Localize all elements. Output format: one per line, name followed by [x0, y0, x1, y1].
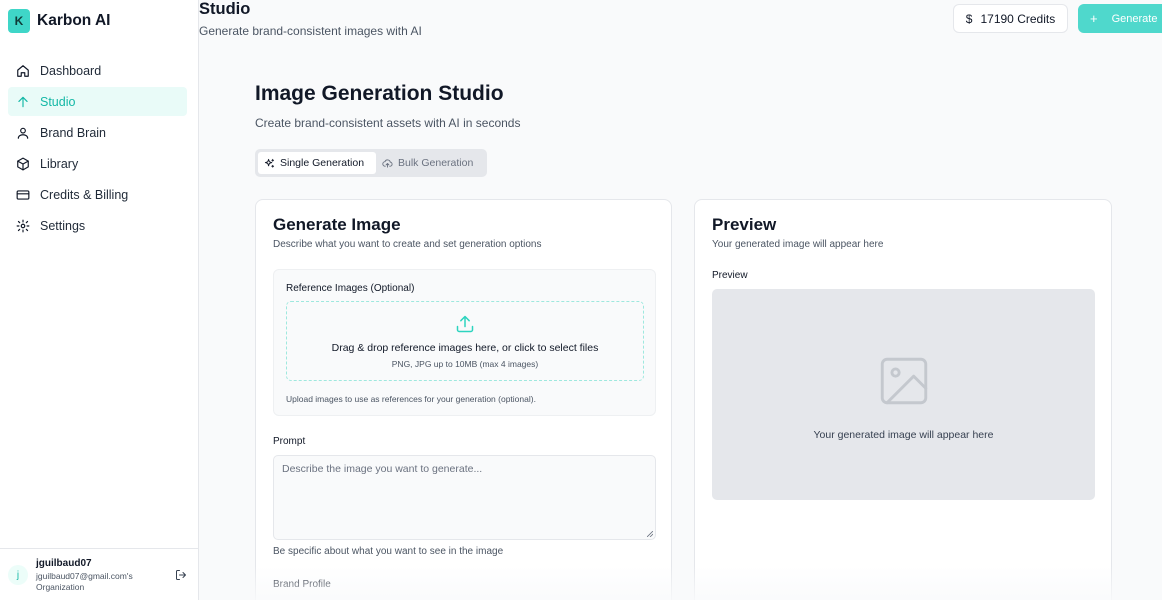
credit-card-icon: [16, 189, 30, 200]
card-title: Generate Image: [273, 215, 401, 234]
sidebar-item-credits-billing[interactable]: Credits & Billing: [8, 180, 187, 209]
sidebar-item-label: Settings: [40, 218, 86, 233]
preview-label: Preview: [712, 270, 748, 281]
user-organization: jguilbaud07@gmail.com's Organization: [36, 571, 133, 592]
arrow-up-icon: [18, 96, 28, 107]
sidebar-item-brand-brain[interactable]: Brand Brain: [8, 118, 187, 147]
sparkles-icon: [264, 158, 275, 168]
avatar[interactable]: j: [8, 565, 28, 585]
box-icon: [17, 157, 29, 170]
logout-icon[interactable]: [175, 569, 187, 581]
brand[interactable]: K Karbon AI: [8, 8, 110, 34]
user-name: jguilbaud07: [36, 558, 92, 569]
preview-empty-message: Your generated image will appear here: [813, 429, 994, 441]
reference-images-label: Reference Images (Optional): [286, 283, 415, 294]
user-icon: [17, 127, 29, 139]
page-subtitle: Generate brand-consistent images with AI: [199, 24, 422, 38]
brand-logo: K: [8, 9, 30, 33]
credits-label: 17190 Credits: [980, 11, 1056, 26]
sidebar-nav: Dashboard Studio Brand Brain Library Cre…: [8, 56, 187, 242]
credits-button[interactable]: $ 17190 Credits: [953, 4, 1068, 33]
reference-dropzone[interactable]: Drag & drop reference images here, or cl…: [286, 301, 644, 381]
user-profile: j jguilbaud07 jguilbaud07@gmail.com's Or…: [0, 548, 199, 600]
tab-bulk-generation[interactable]: Bulk Generation: [376, 152, 484, 174]
tab-single-generation[interactable]: Single Generation: [258, 152, 376, 174]
sidebar-item-studio[interactable]: Studio: [8, 87, 187, 116]
generate-label: Generate: [1111, 12, 1158, 25]
tab-label: Single Generation: [280, 157, 365, 169]
generate-image-card: Generate Image Describe what you want to…: [255, 199, 672, 600]
generation-mode-tabs: Single Generation Bulk Generation: [255, 149, 487, 177]
card-title: Preview: [712, 215, 777, 234]
page-title: Studio: [199, 0, 251, 18]
home-icon: [17, 64, 29, 77]
dropzone-text: Drag & drop reference images here, or cl…: [331, 342, 599, 354]
prompt-label: Prompt: [273, 436, 306, 447]
preview-area: Your generated image will appear here: [712, 289, 1095, 500]
brand-profile-label: Brand Profile: [273, 579, 331, 590]
sidebar-item-label: Brand Brain: [40, 125, 107, 140]
dollar-icon: $: [965, 11, 973, 26]
reference-help-text: Upload images to use as references for y…: [286, 394, 536, 404]
sidebar: K Karbon AI Dashboard Studio Brand Brain…: [0, 0, 199, 600]
resize-handle-icon[interactable]: [647, 531, 653, 537]
reference-images-section: Reference Images (Optional) Drag & drop …: [273, 269, 656, 416]
card-subtitle: Describe what you want to create and set…: [273, 239, 542, 250]
upload-icon: [456, 315, 474, 333]
sidebar-item-dashboard[interactable]: Dashboard: [8, 56, 187, 85]
gear-icon: [16, 219, 30, 232]
tab-label: Bulk Generation: [398, 157, 474, 169]
studio-title: Image Generation Studio: [255, 82, 504, 105]
prompt-input[interactable]: [273, 455, 656, 540]
plus-icon: +: [1090, 11, 1098, 26]
prompt-help-text: Be specific about what you want to see i…: [273, 546, 504, 557]
sidebar-item-settings[interactable]: Settings: [8, 211, 187, 240]
generate-button[interactable]: + Generate: [1078, 4, 1162, 33]
dropzone-hint: PNG, JPG up to 10MB (max 4 images): [391, 359, 539, 369]
preview-card: Preview Your generated image will appear…: [694, 199, 1112, 600]
sidebar-item-library[interactable]: Library: [8, 149, 187, 178]
image-placeholder-icon: [880, 357, 928, 405]
brand-name: Karbon AI: [37, 12, 111, 29]
sidebar-item-label: Studio: [40, 94, 76, 109]
sidebar-item-label: Dashboard: [40, 63, 102, 78]
cloud-upload-icon: [382, 158, 393, 168]
studio-subtitle: Create brand-consistent assets with AI i…: [255, 116, 521, 130]
card-subtitle: Your generated image will appear here: [712, 239, 884, 250]
sidebar-item-label: Library: [40, 156, 79, 171]
sidebar-item-label: Credits & Billing: [40, 187, 129, 202]
